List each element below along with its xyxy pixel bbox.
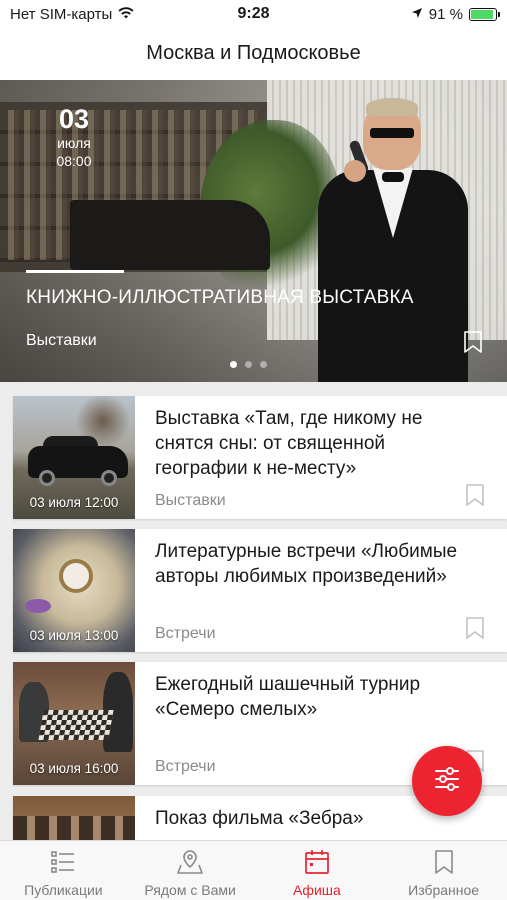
carousel-dot[interactable] <box>230 361 237 368</box>
tab-afisha[interactable]: Афиша <box>254 841 381 900</box>
bookmark-icon[interactable] <box>465 616 485 640</box>
event-category: Выставки <box>155 492 226 509</box>
event-thumbnail: 03 июля 13:00 <box>13 529 135 652</box>
featured-category: Выставки <box>26 332 97 349</box>
tab-nearby[interactable]: Рядом с Вами <box>127 841 254 900</box>
event-date: 03 июля 16:00 <box>29 761 119 776</box>
tab-favorites[interactable]: Избранное <box>380 841 507 900</box>
event-title: Выставка «Там, где никому не снятся сны:… <box>155 408 423 479</box>
carousel-dots[interactable] <box>230 361 267 368</box>
map-pin-icon <box>176 849 204 880</box>
filter-sliders-icon <box>433 766 461 797</box>
featured-time: 08:00 <box>56 153 92 169</box>
status-right: 91 % <box>411 6 500 23</box>
filter-button[interactable] <box>412 746 482 816</box>
event-thumbnail: 03 июля 12:00 <box>13 396 135 519</box>
featured-date: 03 июля 08:00 <box>56 104 92 170</box>
hero-photo-piano <box>70 200 270 270</box>
featured-event-card[interactable]: 03 июля 08:00 КНИЖНО-ИЛЛЮСТРАТИВНАЯ ВЫСТ… <box>0 80 507 382</box>
carousel-dot[interactable] <box>260 361 267 368</box>
tab-label: Избранное <box>408 882 480 898</box>
event-thumbnail: 03 июля 16:00 <box>13 662 135 785</box>
tab-publications[interactable]: Публикации <box>0 841 127 900</box>
calendar-icon <box>303 849 331 880</box>
event-date: 03 июля 13:00 <box>29 628 119 643</box>
hero-photo-singer <box>318 98 468 382</box>
nav-bar: Москва и Подмосковье <box>0 28 507 80</box>
tab-label: Рядом с Вами <box>144 882 236 898</box>
event-date: 03 июля 12:00 <box>29 495 119 510</box>
bookmark-icon[interactable] <box>463 330 483 354</box>
event-category: Встречи <box>155 625 216 642</box>
location-arrow-icon <box>411 6 423 23</box>
status-bar: Нет SIM-карты 9:28 91 % <box>0 0 507 28</box>
event-category: Встречи <box>155 758 216 775</box>
event-title: Ежегодный шашечный турнир «Семеро смелых… <box>155 674 421 720</box>
battery-percent: 91 % <box>428 6 463 23</box>
featured-day: 03 <box>58 104 90 134</box>
battery-icon <box>469 8 500 21</box>
list-icon <box>49 849 77 880</box>
tab-label: Афиша <box>292 882 341 898</box>
featured-title: КНИЖНО-ИЛЛЮСТРАТИВНАЯ ВЫСТАВКА <box>26 287 414 308</box>
page-title: Москва и Подмосковье <box>146 42 361 64</box>
bookmark-icon[interactable] <box>465 483 485 507</box>
event-title: Литературные встречи «Любимые авторы люб… <box>155 541 458 587</box>
event-card[interactable]: 03 июля 13:00 Литературные встречи «Люби… <box>13 529 507 652</box>
bookmark-icon <box>430 849 458 880</box>
carousel-dot[interactable] <box>245 361 252 368</box>
screen: Нет SIM-карты 9:28 91 % Москва и Подмоск… <box>0 0 507 900</box>
tab-bar: Публикации Рядом с Вами Афиша Избранное <box>0 840 507 900</box>
battery-fill <box>471 10 493 19</box>
featured-month: июля <box>57 135 91 151</box>
featured-divider <box>26 270 124 273</box>
event-card[interactable]: 03 июля 12:00 Выставка «Там, где никому … <box>13 396 507 519</box>
tab-label: Публикации <box>24 882 103 898</box>
